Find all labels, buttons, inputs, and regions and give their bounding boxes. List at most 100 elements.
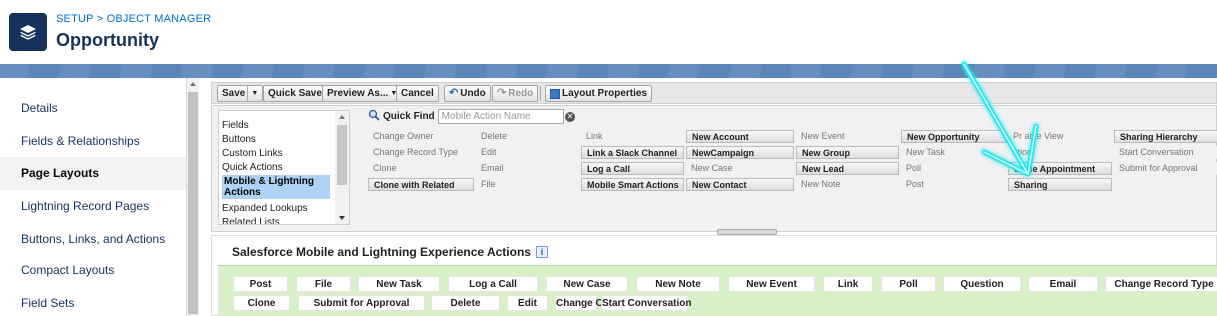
page-header: SETUP > OBJECT MANAGER Opportunity (0, 0, 1217, 64)
section-action-edit[interactable]: Edit (507, 295, 548, 311)
palette-action-new-opportunity[interactable]: New Opportunity (901, 130, 1006, 143)
section-action-file[interactable]: File (296, 276, 351, 292)
breadcrumb-object-manager-link[interactable]: OBJECT MANAGER (107, 13, 212, 25)
layout-properties-button[interactable]: Layout Properties (545, 85, 653, 102)
category-expanded-lookups[interactable]: Expanded Lookups (222, 203, 330, 214)
section-action-submit-for-approval[interactable]: Submit for Approval (298, 295, 425, 311)
quick-find: Quick Find Mobile Action Name (368, 109, 564, 124)
category-buttons[interactable]: Buttons (222, 134, 330, 145)
palette-action-mobile-smart-actions[interactable]: Mobile Smart Actions (581, 178, 684, 191)
palette-action-new-event[interactable]: New Event (796, 130, 899, 143)
section-header: Salesforce Mobile and Lightning Experien… (232, 245, 548, 259)
section-action-delete[interactable]: Delete (431, 295, 500, 311)
preview-as-label: Preview As... (327, 88, 389, 99)
palette-action-clone[interactable]: Clone (368, 162, 474, 175)
breadcrumb-setup-link[interactable]: SETUP (56, 13, 93, 25)
properties-icon (550, 88, 560, 99)
sidebar-item-buttons-links-actions[interactable]: Buttons, Links, and Actions (0, 223, 186, 256)
palette-action-sharing-hierarchy[interactable]: Sharing Hierarchy (1114, 130, 1217, 143)
section-action-change-record-type[interactable]: Change Record Type (1105, 276, 1217, 292)
sidebar-item-lightning-record-pages[interactable]: Lightning Record Pages (0, 190, 186, 223)
palette-action-change-record-type[interactable]: Change Record Type (368, 146, 474, 159)
section-action-clone[interactable]: Clone (233, 295, 290, 311)
palette-action-file[interactable]: File (476, 178, 579, 191)
sidebar-item-details[interactable]: Details (0, 92, 186, 125)
palette-action-new-lead[interactable]: New Lead (796, 162, 899, 175)
palette-action-question[interactable]: stion (1008, 146, 1112, 159)
breadcrumb-separator: > (93, 13, 107, 25)
clear-icon[interactable]: ✕ (565, 112, 575, 122)
section-drop-area[interactable]: Post File New Task Log a Call New Case New No… (218, 265, 1217, 316)
page-title: Opportunity (56, 30, 159, 50)
scroll-up-icon[interactable] (339, 115, 345, 119)
scroll-up-icon[interactable] (190, 82, 196, 86)
category-scroll-thumb[interactable] (337, 125, 347, 185)
palette-action-new-account[interactable]: New Account (686, 130, 794, 143)
sidebar-item-fields-relationships[interactable]: Fields & Relationships (0, 125, 186, 158)
palette-action-post[interactable]: Post (901, 178, 1006, 191)
palette-action-new-task[interactable]: New Task (901, 146, 1006, 159)
category-fields[interactable]: Fields (222, 120, 330, 131)
palette-action-new-contact[interactable]: New Contact (686, 178, 794, 191)
palette-action-new-case[interactable]: New Case (686, 162, 794, 175)
sidebar-item-compact-layouts[interactable]: Compact Layouts (0, 254, 186, 287)
info-icon[interactable]: i (535, 246, 548, 258)
palette-action-new-note[interactable]: New Note (796, 178, 899, 191)
toolbar-divider (540, 86, 541, 101)
layout-editor: Save ▼ Quick Save Preview As... ▼ Cancel ↶… (199, 78, 1217, 316)
section-action-new-note[interactable]: New Note (636, 276, 720, 292)
toolbar-divider (438, 86, 439, 101)
section-action-new-task[interactable]: New Task (358, 276, 440, 292)
palette-action-printable-view[interactable]: Pr able View (1008, 130, 1112, 143)
palette-action-new-group[interactable]: New Group (796, 146, 899, 159)
section-action-new-case[interactable]: New Case (546, 276, 628, 292)
section-action-start-conversation[interactable]: Start Conversation (601, 295, 691, 311)
palette-action-submit-for-approval[interactable]: Submit for Approval (1114, 162, 1217, 175)
editor-toolbar: Save ▼ Quick Save Preview As... ▼ Cancel ↶… (211, 82, 1217, 104)
category-mobile-lightning-actions[interactable]: Mobile & Lightning Actions (222, 175, 330, 199)
palette-action-clone-with-related[interactable]: Clone with Related (368, 178, 474, 191)
section-action-email[interactable]: Email (1028, 276, 1098, 292)
undo-label: Undo (460, 88, 486, 99)
palette-action-log-a-call[interactable]: Log a Call (581, 162, 684, 175)
palette-action-email[interactable]: Email (476, 162, 579, 175)
section-action-link[interactable]: Link (823, 276, 873, 292)
scroll-down-icon[interactable] (339, 216, 345, 220)
redo-button[interactable]: ↷ Redo (492, 85, 539, 102)
category-custom-links[interactable]: Custom Links (222, 148, 330, 159)
category-scrollbar[interactable] (335, 111, 349, 224)
chevron-down-icon[interactable]: ▼ (247, 86, 258, 101)
palette-action-change-owner[interactable]: Change Owner (368, 130, 474, 143)
breadcrumb: SETUP > OBJECT MANAGER (56, 13, 211, 25)
sidebar-scroll-thumb[interactable] (188, 92, 198, 314)
section-action-post[interactable]: Post (233, 276, 288, 292)
palette-action-link-a-slack-channel[interactable]: Link a Slack Channel (581, 146, 684, 159)
section-action-new-event[interactable]: New Event (728, 276, 815, 292)
section-action-change-owner[interactable]: Change Owner (555, 295, 627, 311)
save-button[interactable]: Save ▼ (217, 85, 264, 102)
quick-find-input[interactable]: Mobile Action Name (437, 109, 564, 124)
sidebar-item-page-layouts[interactable]: Page Layouts (0, 157, 186, 190)
quick-save-button[interactable]: Quick Save (263, 85, 327, 102)
sidebar-scrollbar[interactable] (186, 78, 199, 316)
category-related-lists[interactable]: Related Lists (222, 217, 330, 224)
sidebar-item-field-sets[interactable]: Field Sets (0, 287, 186, 316)
undo-button[interactable]: ↶ Undo (444, 85, 491, 102)
cancel-button[interactable]: Cancel (396, 85, 439, 102)
palette-action-delete[interactable]: Delete (476, 130, 579, 143)
save-label: Save (222, 88, 246, 99)
redo-label: Redo (508, 88, 534, 99)
section-action-poll[interactable]: Poll (881, 276, 936, 292)
category-quick-actions[interactable]: Quick Actions (222, 162, 330, 173)
palette-action-link[interactable]: Link (581, 130, 684, 143)
palette-action-edit[interactable]: Edit (476, 146, 579, 159)
palette-action-start-conversation[interactable]: Start Conversation (1114, 146, 1217, 159)
section-action-question[interactable]: Question (943, 276, 1021, 292)
mobile-actions-section: Salesforce Mobile and Lightning Experien… (211, 235, 1217, 316)
palette-action-newcampaign[interactable]: NewCampaign (686, 146, 794, 159)
palette-action-sharing[interactable]: Sharing (1008, 178, 1112, 191)
palette-action-schedule-appointment[interactable]: edule Appointment (1008, 162, 1112, 175)
section-action-log-a-call[interactable]: Log a Call (448, 276, 538, 292)
palette-action-poll[interactable]: Poll (901, 162, 1006, 175)
preview-as-button[interactable]: Preview As... ▼ (322, 85, 403, 102)
